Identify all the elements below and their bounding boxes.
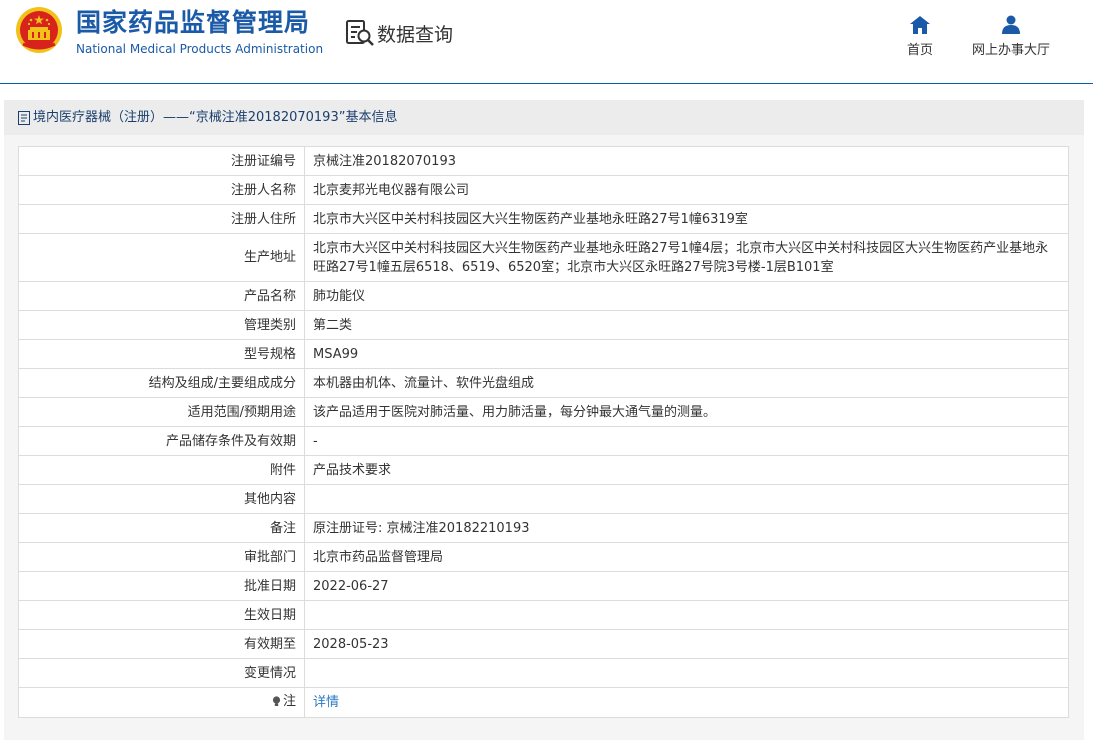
table-row: 生效日期 <box>18 600 1069 630</box>
table-row: 注册人名称 北京麦邦光电仪器有限公司 <box>18 175 1069 205</box>
table-row: 有效期至 2028-05-23 <box>18 629 1069 659</box>
table-row: 其他内容 <box>18 484 1069 514</box>
home-icon <box>910 16 930 34</box>
note-label: 注 <box>282 694 296 709</box>
nav-online-service-hall[interactable]: 网上办事大厅 <box>968 12 1054 58</box>
row-label: 注册证编号 <box>18 146 305 176</box>
table-row: 产品储存条件及有效期 - <box>18 426 1069 456</box>
document-icon <box>18 110 30 125</box>
nav-home-label: 首页 <box>906 43 933 58</box>
site-header: 国家药品监督管理局 National Medical Products Admi… <box>0 0 1093 84</box>
row-label: 产品名称 <box>18 281 305 311</box>
row-value: 北京市大兴区中关村科技园区大兴生物医药产业基地永旺路27号1幢4层；北京市大兴区… <box>304 233 1069 282</box>
row-label: 产品储存条件及有效期 <box>18 426 305 456</box>
table-row: 注册人住所 北京市大兴区中关村科技园区大兴生物医药产业基地永旺路27号1幢6319… <box>18 204 1069 234</box>
table-row: 批准日期 2022-06-27 <box>18 571 1069 601</box>
table-row: 型号规格 MSA99 <box>18 339 1069 369</box>
nav-online-service-hall-label: 网上办事大厅 <box>971 43 1050 58</box>
user-icon <box>1002 15 1020 34</box>
row-label: 结构及组成/主要组成成分 <box>18 368 305 398</box>
row-value: 北京市药品监督管理局 <box>304 542 1069 572</box>
row-label: 注册人名称 <box>18 175 305 205</box>
row-value: MSA99 <box>304 339 1069 369</box>
row-label: 审批部门 <box>18 542 305 572</box>
row-label: 生产地址 <box>18 233 305 282</box>
row-value <box>304 600 1069 630</box>
table-row: 生产地址 北京市大兴区中关村科技园区大兴生物医药产业基地永旺路27号1幢4层；北京… <box>18 233 1069 282</box>
row-value: 本机器由机体、流量计、软件光盘组成 <box>304 368 1069 398</box>
row-value: 2022-06-27 <box>304 571 1069 601</box>
row-label: 注册人住所 <box>18 204 305 234</box>
row-value <box>304 484 1069 514</box>
row-value: - <box>304 426 1069 456</box>
row-label: 变更情况 <box>18 658 305 688</box>
note-label-cell: 注 <box>18 687 305 718</box>
row-value: 产品技术要求 <box>304 455 1069 485</box>
row-value: 该产品适用于医院对肺活量、用力肺活量，每分钟最大通气量的测量。 <box>304 397 1069 427</box>
row-label: 其他内容 <box>18 484 305 514</box>
table-row: 附件 产品技术要求 <box>18 455 1069 485</box>
nav-home[interactable]: 首页 <box>903 12 937 58</box>
panel-title: 境内医疗器械（注册）——“京械注准20182070193”基本信息 <box>4 100 1084 135</box>
row-value: 2028-05-23 <box>304 629 1069 659</box>
row-value <box>304 658 1069 688</box>
details-link[interactable]: 详情 <box>313 695 339 710</box>
site-name-en: National Medical Products Administration <box>76 42 324 56</box>
panel-title-text: 境内医疗器械（注册）——“京械注准20182070193”基本信息 <box>33 110 398 125</box>
table-row: 注册证编号 京械注准20182070193 <box>18 146 1069 176</box>
note-value-cell: 详情 <box>304 687 1069 718</box>
row-value: 肺功能仪 <box>304 281 1069 311</box>
national-emblem-icon <box>16 7 62 53</box>
lightbulb-icon <box>272 696 281 706</box>
row-label: 有效期至 <box>18 629 305 659</box>
row-label: 批准日期 <box>18 571 305 601</box>
row-label: 生效日期 <box>18 600 305 630</box>
site-logo[interactable]: 国家药品监督管理局 National Medical Products Admi… <box>76 8 323 57</box>
row-value: 原注册证号: 京械注准20182210193 <box>304 513 1069 543</box>
row-label: 管理类别 <box>18 310 305 340</box>
table-row: 管理类别 第二类 <box>18 310 1069 340</box>
table-row: 结构及组成/主要组成成分 本机器由机体、流量计、软件光盘组成 <box>18 368 1069 398</box>
row-label: 附件 <box>18 455 305 485</box>
data-query-label: 数据查询 <box>377 23 454 46</box>
data-query-title: 数据查询 <box>345 18 453 48</box>
row-value: 京械注准20182070193 <box>304 146 1069 176</box>
site-name-cn: 国家药品监督管理局 <box>76 8 311 37</box>
table-row: 备注 原注册证号: 京械注准20182210193 <box>18 513 1069 543</box>
row-value: 北京市大兴区中关村科技园区大兴生物医药产业基地永旺路27号1幢6319室 <box>304 204 1069 234</box>
row-label: 型号规格 <box>18 339 305 369</box>
document-search-icon <box>346 20 374 46</box>
row-value: 北京麦邦光电仪器有限公司 <box>304 175 1069 205</box>
detail-panel: 境内医疗器械（注册）——“京械注准20182070193”基本信息 注册证编号京… <box>4 100 1084 740</box>
row-value: 第二类 <box>304 310 1069 340</box>
row-label: 备注 <box>18 513 305 543</box>
table-row: 适用范围/预期用途 该产品适用于医院对肺活量、用力肺活量，每分钟最大通气量的测量。 <box>18 397 1069 427</box>
detail-table: 注册证编号 京械注准20182070193 注册人名称 北京麦邦光电仪器有限公司 注… <box>18 146 1069 718</box>
table-row: 产品名称 肺功能仪 <box>18 281 1069 311</box>
note-row: 注 详情 <box>18 687 1069 718</box>
table-row: 审批部门 北京市药品监督管理局 <box>18 542 1069 572</box>
row-label: 适用范围/预期用途 <box>18 397 305 427</box>
table-row: 变更情况 <box>18 658 1069 688</box>
